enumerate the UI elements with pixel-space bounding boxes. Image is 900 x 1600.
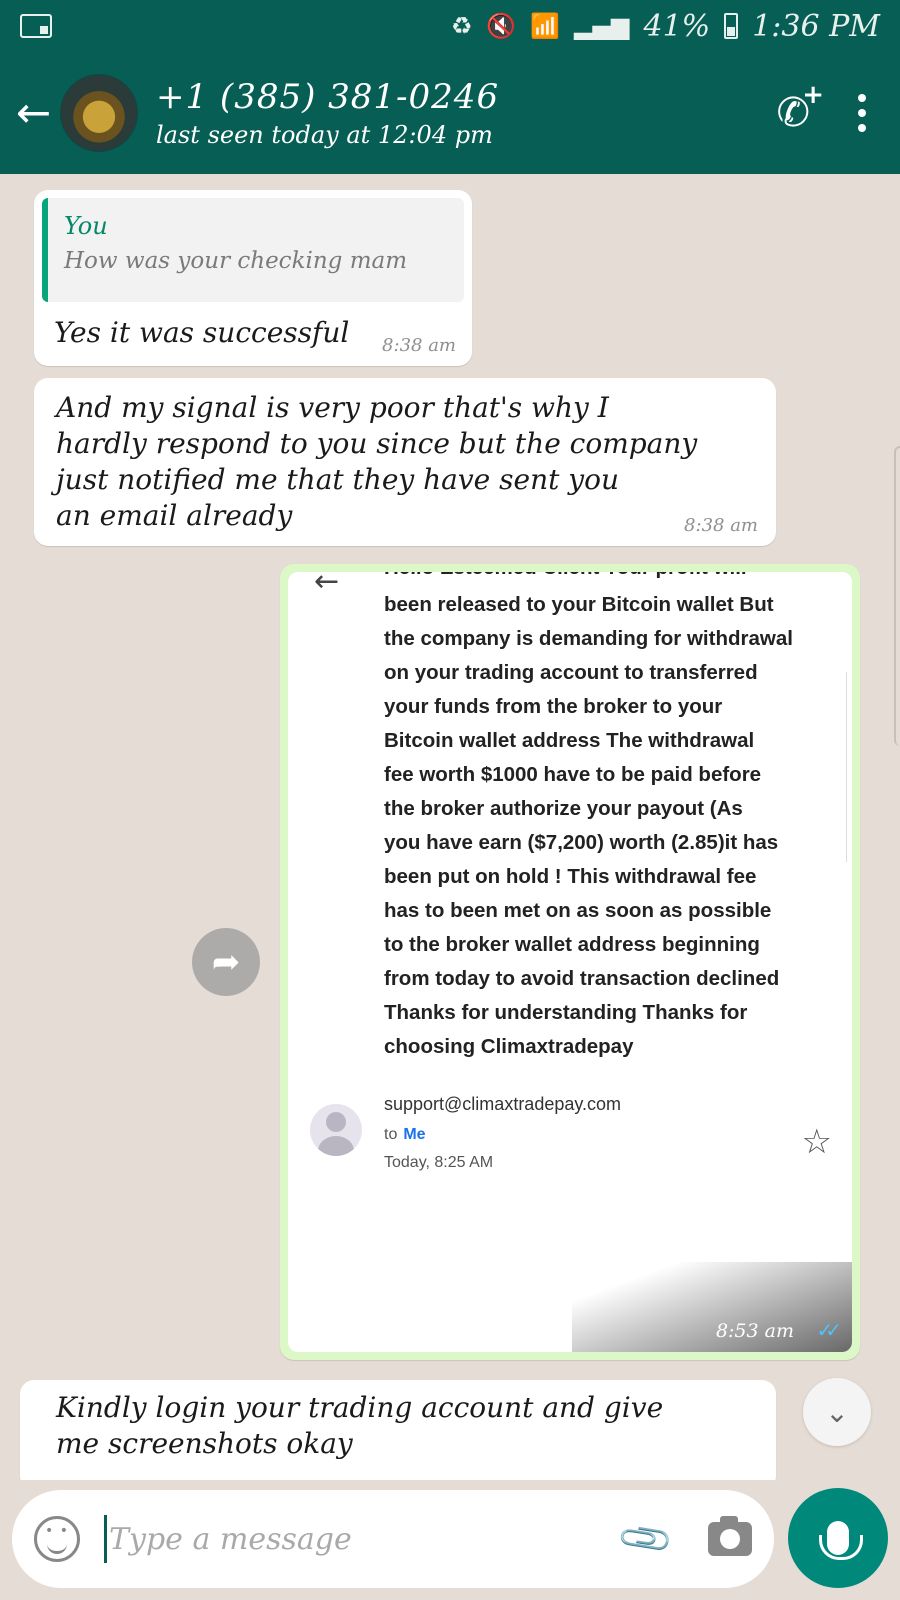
email-line: has to been met on as soon as possible bbox=[384, 899, 772, 922]
sender-avatar bbox=[310, 1104, 362, 1156]
message-time: 8:38 am bbox=[684, 515, 758, 536]
wifi-icon: 📶 bbox=[530, 12, 561, 40]
message-text: Yes it was successful bbox=[54, 316, 350, 349]
email-date: Today, 8:25 AM bbox=[384, 1154, 494, 1171]
read-receipt-icon: ✓✓ bbox=[816, 1318, 841, 1342]
status-bar: ♻ 🔇 📶 ▂▄▆ 41% 1:36 PM bbox=[0, 0, 900, 52]
incoming-message[interactable]: And my signal is very poor that's why I … bbox=[34, 378, 776, 546]
email-line: on your trading account to transferred bbox=[384, 661, 758, 684]
message-line: an email already bbox=[56, 499, 293, 532]
outgoing-image-message[interactable]: ← Hello Esteemed Client Your profit will… bbox=[280, 564, 860, 1360]
email-line: the broker authorize your payout (As bbox=[384, 797, 743, 820]
message-line: And my signal is very poor that's why I bbox=[56, 391, 609, 424]
battery-percent: 41% bbox=[643, 8, 711, 44]
email-line: fee worth $1000 have to be paid before bbox=[384, 763, 762, 786]
email-line: been released to your Bitcoin wallet But bbox=[384, 593, 774, 616]
message-time: 8:38 am bbox=[382, 335, 456, 356]
message-line: Kindly login your trading account and gi… bbox=[56, 1391, 664, 1424]
camera-icon[interactable] bbox=[708, 1516, 752, 1556]
battery-icon bbox=[724, 13, 739, 39]
email-line: the company is demanding for withdrawal bbox=[384, 627, 793, 650]
message-input[interactable] bbox=[109, 1521, 569, 1557]
add-call-icon[interactable]: ✆ + bbox=[776, 80, 824, 136]
to-value: Me bbox=[403, 1126, 426, 1143]
battery-saver-icon: ♻ bbox=[450, 12, 473, 40]
quote-author: You bbox=[64, 212, 108, 240]
back-arrow-icon[interactable]: ← bbox=[16, 92, 56, 134]
scroll-down-icon[interactable]: ⌄ bbox=[803, 1378, 871, 1446]
email-line: from today to avoid transaction declined bbox=[384, 967, 780, 990]
email-line: your funds from the broker to your bbox=[384, 695, 723, 718]
to-label: to bbox=[384, 1126, 398, 1143]
emoji-icon[interactable] bbox=[34, 1516, 80, 1562]
message-line: hardly respond to you since but the comp… bbox=[56, 427, 698, 460]
image-shade bbox=[572, 1262, 852, 1352]
chat-header: ← +1 (385) 381-0246 last seen today at 1… bbox=[0, 52, 900, 174]
star-icon: ☆ bbox=[801, 1122, 832, 1162]
sender-email: support@climaxtradepay.com bbox=[384, 1094, 622, 1114]
email-line: choosing Climaxtradepay bbox=[384, 1035, 634, 1058]
email-scrollbar bbox=[846, 672, 852, 862]
message-line: just notified me that they have sent you bbox=[56, 463, 619, 496]
mic-button[interactable] bbox=[788, 1488, 888, 1588]
email-back-arrow-icon: ← bbox=[314, 572, 340, 599]
last-seen: last seen today at 12:04 pm bbox=[156, 121, 493, 149]
status-time: 1:36 PM bbox=[752, 8, 880, 44]
message-time: 8:53 am bbox=[715, 1320, 794, 1342]
contact-info[interactable]: +1 (385) 381-0246 last seen today at 12:… bbox=[156, 77, 499, 149]
mic-icon bbox=[819, 1521, 863, 1560]
more-options-icon[interactable] bbox=[858, 94, 866, 132]
incoming-message-reply[interactable]: You How was your checking mam Yes it was… bbox=[34, 190, 472, 366]
edge-panel-handle[interactable] bbox=[894, 446, 900, 746]
quoted-message[interactable]: You How was your checking mam bbox=[42, 198, 464, 302]
message-compose-bar: 📎 bbox=[12, 1490, 774, 1588]
email-line: to the broker wallet address beginning bbox=[384, 933, 760, 956]
quote-text: How was your checking mam bbox=[64, 248, 408, 274]
email-line: Bitcoin wallet address The withdrawal bbox=[384, 729, 755, 752]
signal-icon: ▂▄▆ bbox=[574, 12, 630, 40]
status-indicators: ♻ 🔇 📶 ▂▄▆ 41% 1:36 PM bbox=[451, 9, 880, 44]
forward-icon[interactable]: ➦ bbox=[192, 928, 260, 996]
voicemail-icon bbox=[20, 14, 52, 38]
message-line: me screenshots okay bbox=[56, 1427, 353, 1460]
email-line: Thanks for understanding Thanks for bbox=[384, 1001, 748, 1024]
email-screenshot-image[interactable]: ← Hello Esteemed Client Your profit will… bbox=[288, 572, 852, 1352]
contact-avatar[interactable] bbox=[60, 74, 138, 152]
contact-name: +1 (385) 381-0246 bbox=[156, 77, 500, 117]
attach-icon[interactable]: 📎 bbox=[615, 1509, 677, 1569]
email-line: you have earn ($7,200) worth (2.85)it ha… bbox=[384, 831, 779, 854]
email-body: been released to your Bitcoin wallet But… bbox=[384, 588, 824, 1064]
incoming-message[interactable]: Kindly login your trading account and gi… bbox=[20, 1380, 776, 1480]
text-cursor bbox=[104, 1515, 107, 1563]
email-cut-line: Hello Esteemed Client Your profit will bbox=[384, 572, 824, 582]
email-line: been put on hold ! This withdrawal fee bbox=[384, 865, 757, 888]
chat-area[interactable]: You How was your checking mam Yes it was… bbox=[0, 174, 900, 1480]
mute-icon: 🔇 bbox=[486, 12, 517, 40]
sender-to: to Me bbox=[384, 1126, 426, 1144]
